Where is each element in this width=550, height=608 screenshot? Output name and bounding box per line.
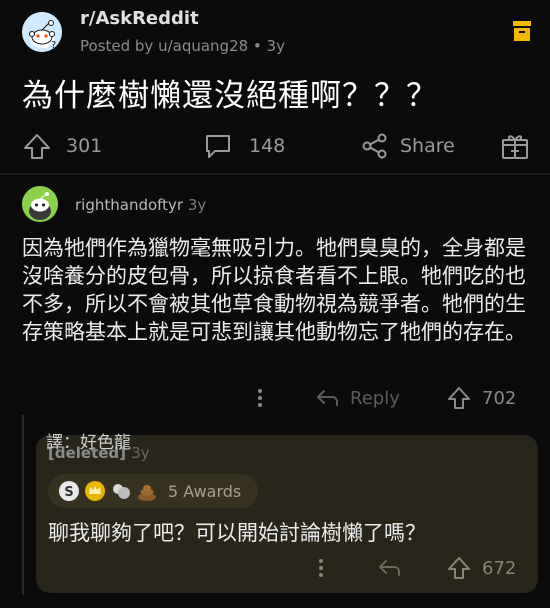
- divider: [0, 173, 550, 175]
- reply-more-button[interactable]: [311, 552, 331, 584]
- awards-pill[interactable]: S 5 Awards: [48, 474, 258, 508]
- translator-credit: 譯：好色龍: [46, 433, 131, 453]
- subreddit-name[interactable]: r/AskReddit: [80, 8, 199, 29]
- awards-count: 5 Awards: [168, 481, 242, 501]
- svg-text:?: ?: [51, 40, 56, 51]
- silver-award-icon: S: [59, 481, 79, 501]
- thread-line: [22, 415, 24, 595]
- post-actions: 301 148 Share: [22, 126, 534, 166]
- hugs-award-icon: [113, 484, 130, 499]
- post-title: 為什麼樹懶還沒絕種啊？？？: [22, 78, 438, 114]
- reply-icon: [379, 560, 400, 576]
- reply-body: 聊我聊夠了吧？可以開始討論樹懶了嗎？: [48, 521, 426, 545]
- comment-upvote-button[interactable]: 702: [446, 382, 516, 414]
- comments-button[interactable]: 148: [203, 126, 285, 166]
- award-button[interactable]: [500, 126, 530, 166]
- poop-award-icon: [138, 485, 156, 501]
- reply-label: Reply: [350, 387, 400, 409]
- save-icon[interactable]: [512, 20, 532, 42]
- upvote-count: 301: [66, 135, 103, 157]
- upvote-icon: [448, 387, 470, 409]
- snoo-icon: [22, 186, 58, 222]
- upvote-icon: [24, 134, 50, 159]
- upvote-button[interactable]: 301: [22, 126, 102, 166]
- more-icon: [258, 389, 262, 407]
- reply-vote-count: 672: [482, 557, 517, 579]
- comment-icon: [206, 135, 230, 158]
- comment-author[interactable]: righthandoftyr 3y: [75, 196, 206, 214]
- comment-username[interactable]: righthandoftyr: [75, 196, 183, 214]
- more-button[interactable]: [250, 382, 270, 414]
- svg-text:S: S: [64, 485, 73, 500]
- upvote-icon: [448, 557, 470, 579]
- post-header: ? r/AskReddit Posted by u/aquang28 • 3y: [22, 8, 532, 60]
- reply-icon: [317, 390, 338, 406]
- reply-upvote-button[interactable]: 672: [446, 552, 516, 584]
- posted-by[interactable]: Posted by u/aquang28 • 3y: [80, 37, 285, 55]
- comment-body: 因為牠們作為獵物毫無吸引力。牠們臭臭的，全身都是沒啥養分的皮包骨，所以掠食者看不…: [22, 236, 526, 344]
- share-icon: [362, 133, 387, 159]
- comment-vote-count: 702: [482, 387, 517, 409]
- award-gift-icon: [502, 135, 528, 159]
- subreddit-avatar[interactable]: ?: [22, 12, 62, 52]
- share-button[interactable]: Share: [360, 126, 455, 166]
- share-label: Share: [400, 135, 455, 157]
- commenter-avatar[interactable]: [22, 186, 58, 222]
- comment-count: 148: [249, 135, 286, 157]
- reply-button[interactable]: Reply: [314, 382, 400, 414]
- gold-award-icon: [85, 481, 105, 501]
- reply-time: 3y: [131, 444, 150, 462]
- more-icon: [319, 559, 323, 577]
- snoo-icon: ?: [22, 12, 62, 52]
- comment-time: 3y: [187, 196, 207, 214]
- comment-actions: Reply 702: [22, 382, 530, 414]
- reply-reply-button[interactable]: [376, 552, 402, 584]
- reply-actions: 672: [48, 552, 526, 584]
